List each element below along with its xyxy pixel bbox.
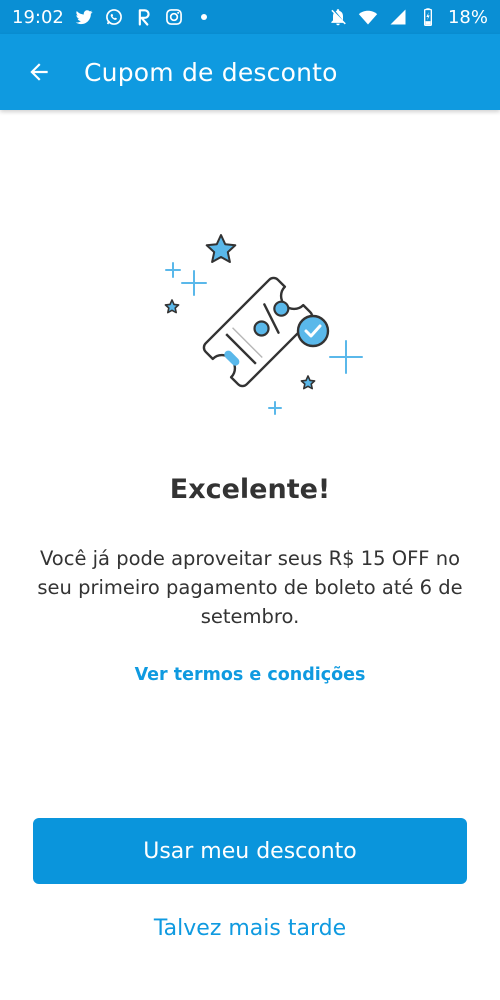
battery-percent: 18%: [447, 6, 488, 28]
terms-link[interactable]: Ver termos e condições: [0, 665, 500, 685]
headline: Excelente!: [169, 474, 331, 505]
maybe-later-button[interactable]: Talvez mais tarde: [0, 916, 500, 952]
status-time: 19:02: [12, 6, 64, 28]
back-button[interactable]: [19, 52, 59, 92]
battery-icon: [418, 7, 438, 27]
status-bar-left: 19:02: [12, 7, 214, 28]
page-title: Cupom de desconto: [84, 57, 338, 87]
app-bar: Cupom de desconto: [0, 34, 500, 110]
instagram-icon: [164, 7, 184, 27]
cell-signal-icon: [388, 7, 408, 27]
r-app-icon: [134, 7, 154, 27]
whatsapp-icon: [104, 7, 124, 27]
discount-message: Você já pode aproveitar seus R$ 15 OFF n…: [37, 547, 463, 628]
use-discount-button[interactable]: Usar meu desconto: [33, 818, 467, 884]
twitter-icon: [74, 7, 94, 27]
arrow-left-icon: [26, 59, 52, 85]
notifications-off-icon: [328, 7, 348, 27]
status-bar-right: 18%: [328, 7, 488, 28]
wifi-icon: [358, 7, 378, 27]
discount-coupon-icon: [150, 225, 370, 425]
status-bar: 19:02 18%: [0, 0, 500, 34]
notification-dot-icon: [194, 7, 214, 27]
